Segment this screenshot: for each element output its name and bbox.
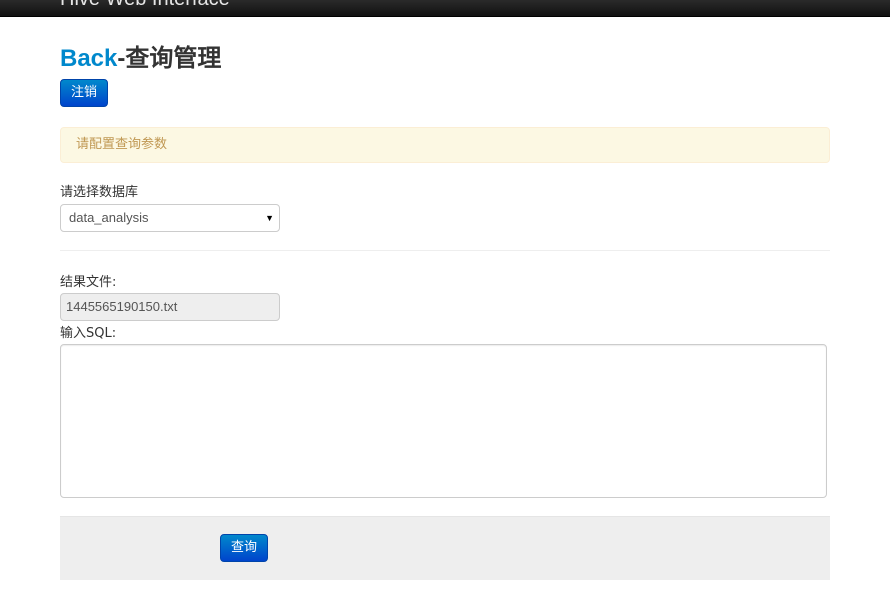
top-navbar: Hive Web Interface (0, 0, 890, 17)
database-select-value: data_analysis (69, 210, 149, 225)
page-title: Back-查询管理 (60, 38, 221, 73)
back-link[interactable]: Back (60, 45, 117, 72)
section-divider (60, 250, 830, 251)
result-file-field: 1445565190150.txt (60, 293, 280, 321)
query-button[interactable]: 查询 (220, 534, 268, 562)
form-actions (60, 516, 830, 580)
chevron-down-icon: ▼ (265, 213, 274, 223)
page-title-text: 查询管理 (125, 45, 222, 72)
sql-label: 输入SQL: (60, 326, 117, 341)
logout-button[interactable]: 注销 (60, 79, 108, 107)
brand-title[interactable]: Hive Web Interface (60, 0, 230, 11)
database-label: 请选择数据库 (60, 185, 139, 200)
result-file-label: 结果文件: (60, 275, 117, 290)
sql-input[interactable] (60, 344, 827, 498)
info-alert: 请配置查询参数 (60, 127, 830, 163)
database-select[interactable]: data_analysis ▼ (60, 204, 280, 232)
